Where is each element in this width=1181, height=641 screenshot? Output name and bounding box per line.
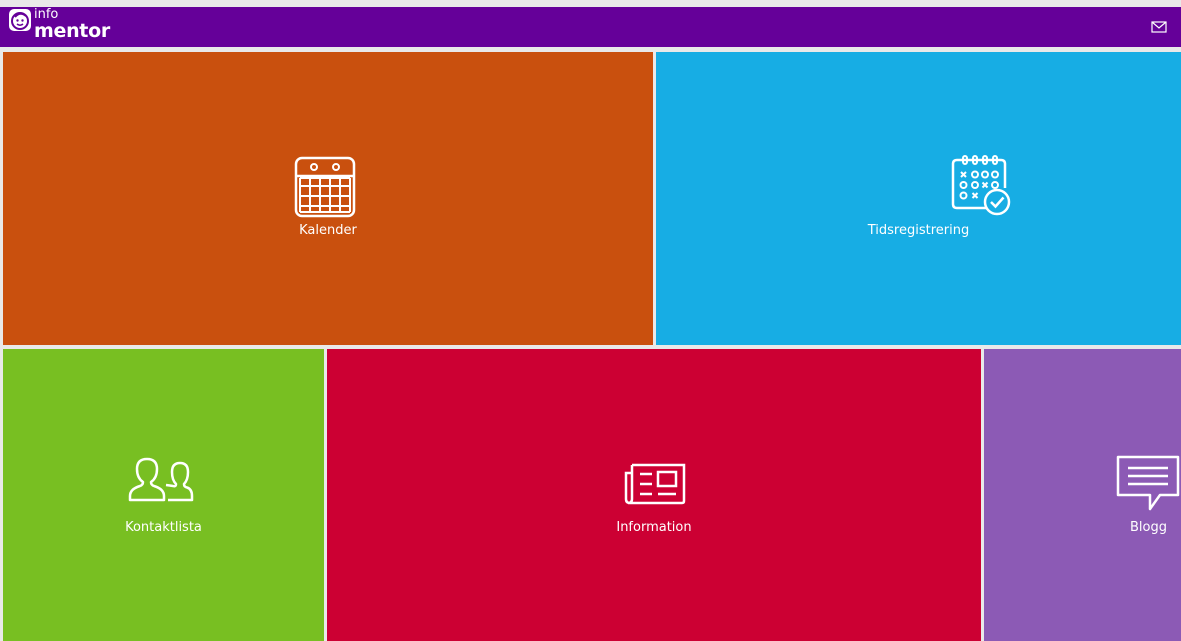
calendar-icon (294, 156, 356, 222)
tile-label-tidsregistrering: Tidsregistrering (867, 223, 970, 238)
mail-icon[interactable] (1151, 19, 1167, 33)
tile-label-blogg: Blogg (1130, 520, 1167, 535)
tile-blogg[interactable]: Blogg (984, 349, 1181, 641)
contacts-icon (128, 456, 194, 506)
logo-text-mentor: mentor (34, 20, 110, 42)
tile-tidsregistrering[interactable]: Tidsregistrering (656, 52, 1181, 345)
page: info mentor Kalender Tidsregistrering Ko… (0, 0, 1181, 641)
speech-bubble-icon (1116, 455, 1180, 515)
tile-label-kontaktlista: Kontaktlista (125, 520, 202, 535)
logo-face-icon (9, 9, 31, 31)
newspaper-icon (624, 463, 686, 509)
tile-kalender[interactable]: Kalender (3, 52, 653, 345)
time-registration-icon (949, 154, 1013, 222)
top-bar: info mentor (0, 7, 1181, 47)
tile-kontaktlista[interactable]: Kontaktlista (3, 349, 324, 641)
tile-label-kalender: Kalender (299, 223, 357, 238)
tile-label-information: Information (616, 520, 692, 535)
tile-information[interactable]: Information (327, 349, 981, 641)
infomentor-logo[interactable]: info mentor (9, 8, 119, 45)
